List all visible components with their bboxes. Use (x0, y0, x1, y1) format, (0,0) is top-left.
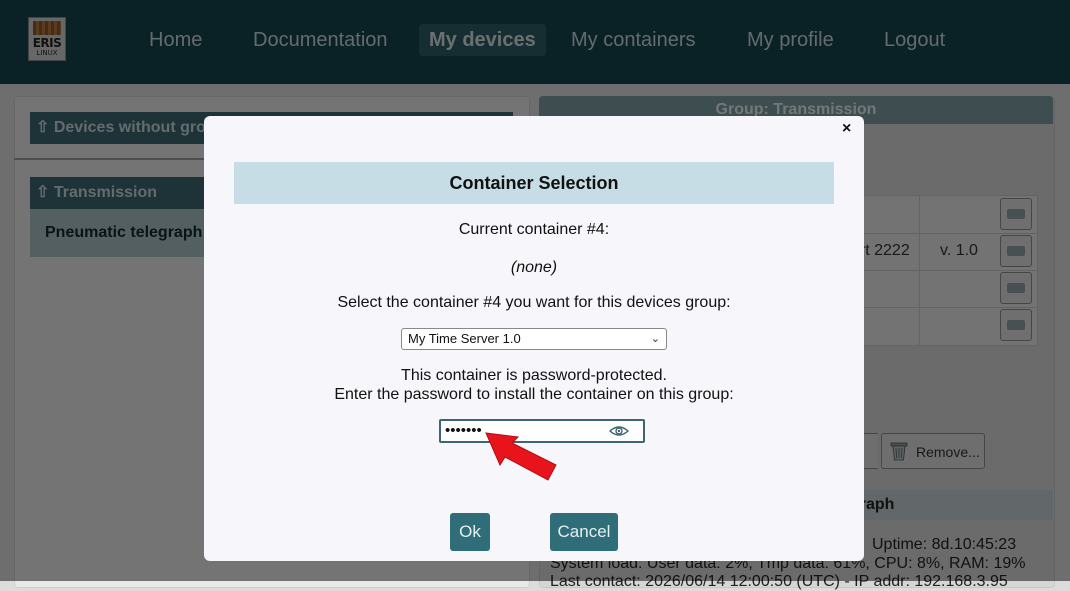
password-instruction-text: Enter the password to install the contai… (334, 386, 734, 403)
container-select-value: My Time Server 1.0 (408, 331, 521, 346)
container-selection-dialog: × Container Selection Current container … (204, 116, 864, 561)
eye-icon[interactable] (609, 423, 629, 439)
cancel-button[interactable]: Cancel (550, 513, 618, 551)
container-select[interactable]: My Time Server 1.0 ⌄ (401, 328, 667, 350)
dialog-title: Container Selection (234, 162, 834, 204)
ok-button[interactable]: Ok (450, 513, 490, 551)
password-value: ••••••• (445, 422, 482, 439)
current-container-value: (none) (510, 259, 558, 276)
password-protected-text: This container is password-protected. (401, 367, 667, 384)
close-icon[interactable]: × (842, 120, 851, 138)
chevron-down-icon: ⌄ (650, 333, 660, 345)
current-container-label: Current container #4: (458, 221, 610, 238)
select-container-label: Select the container #4 you want for thi… (337, 294, 731, 311)
red-arrow-icon (485, 432, 557, 481)
